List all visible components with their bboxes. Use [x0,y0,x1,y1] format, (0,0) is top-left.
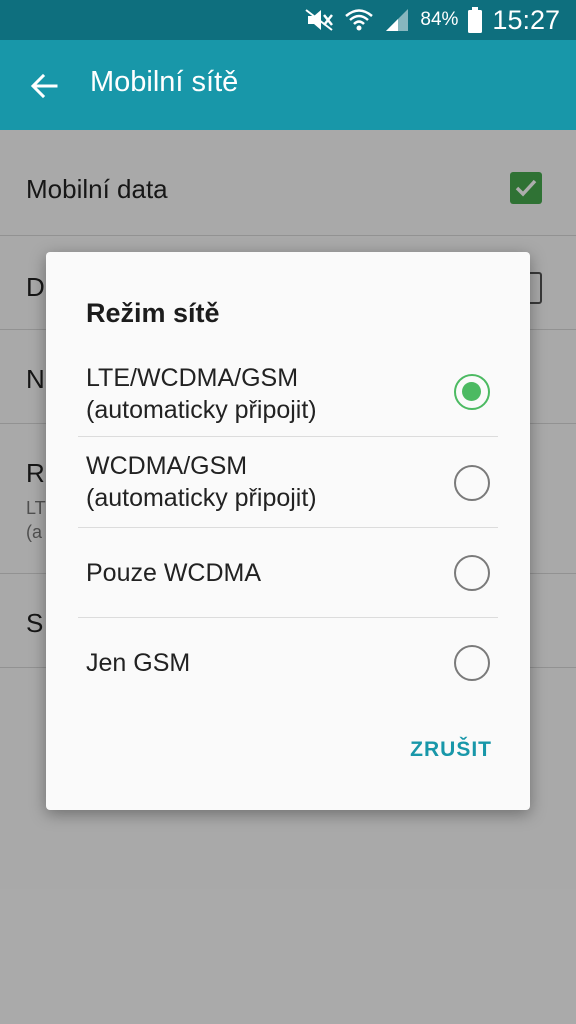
option-pouze-wcdma[interactable]: Pouze WCDMA [78,528,498,618]
radio-unselected[interactable] [454,555,490,591]
arrow-back-icon[interactable] [26,68,62,104]
dialog-title: Režim sítě [86,298,220,328]
radio-unselected[interactable] [454,465,490,501]
option-line1: WCDMA/GSM [86,452,248,480]
option-line2: (automaticky připojit) [86,396,317,424]
option-line1: Pouze WCDMA [86,559,262,587]
mute-icon [304,8,334,32]
option-line1: LTE/WCDMA/GSM [86,364,299,392]
battery-percent: 84% [420,9,459,30]
option-jen-gsm[interactable]: Jen GSM [78,618,498,708]
radio-unselected[interactable] [454,645,490,681]
option-wcdma-gsm[interactable]: WCDMA/GSM (automaticky připojit) [78,437,498,528]
page-title: Mobilní sítě [90,66,239,98]
battery-icon [468,7,483,33]
status-icons: 84% 15:27 [304,0,560,40]
clock: 15:27 [492,4,560,35]
signal-icon [384,7,410,33]
option-line2: (automaticky připojit) [86,484,317,512]
app-bar: Mobilní sítě [0,40,576,130]
network-mode-dialog: Režim sítě LTE/WCDMA/GSM (automaticky př… [46,252,530,810]
status-bar: 84% 15:27 [0,0,576,40]
option-lte-wcdma-gsm[interactable]: LTE/WCDMA/GSM (automaticky připojit) [78,352,498,437]
wifi-icon [344,7,374,33]
radio-selected[interactable] [454,374,490,410]
cancel-button[interactable]: ZRUŠIT [410,738,492,762]
option-line1: Jen GSM [86,649,191,677]
